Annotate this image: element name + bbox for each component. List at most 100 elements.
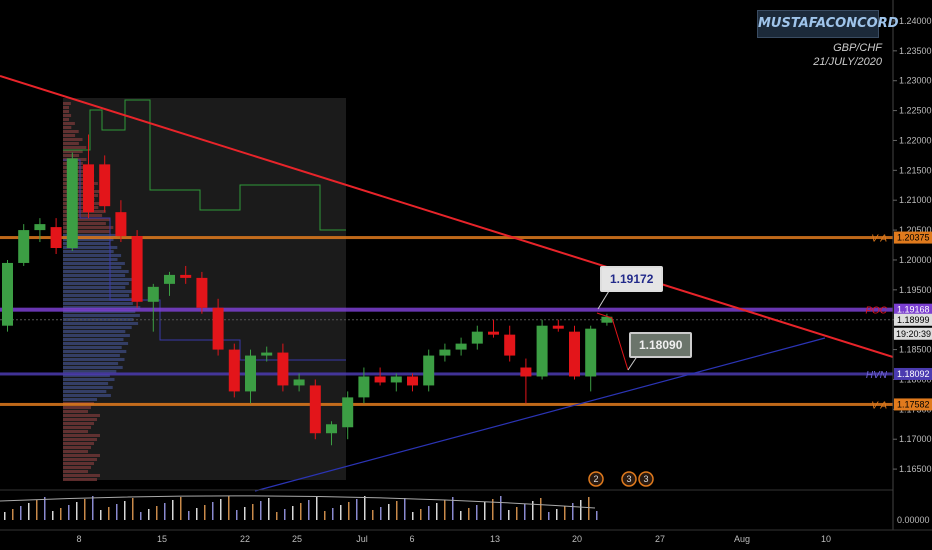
profile-bar bbox=[63, 138, 83, 141]
profile-bar bbox=[63, 102, 71, 105]
volume-bar bbox=[228, 496, 230, 520]
profile-bar bbox=[63, 294, 130, 297]
profile-bar bbox=[63, 326, 132, 329]
volume-bar bbox=[44, 497, 46, 520]
volume-bar bbox=[164, 503, 166, 520]
x-tick-label: Jul bbox=[356, 534, 368, 544]
profile-bar bbox=[63, 362, 119, 365]
volume-bar bbox=[460, 511, 462, 520]
candle-body bbox=[34, 224, 46, 231]
profile-bar bbox=[63, 258, 118, 261]
volume-bar bbox=[556, 509, 558, 520]
volume-bar bbox=[140, 512, 142, 520]
x-tick-label: 22 bbox=[240, 534, 250, 544]
poc-line bbox=[0, 307, 893, 312]
profile-bar bbox=[63, 262, 125, 265]
volume-bar bbox=[156, 506, 158, 520]
volume-bar bbox=[116, 504, 118, 520]
candle-body bbox=[374, 376, 386, 383]
profile-bar bbox=[63, 322, 139, 325]
candle-body bbox=[50, 227, 62, 249]
volume-bar bbox=[580, 500, 582, 520]
candle-body bbox=[358, 376, 370, 398]
volume-bar bbox=[340, 505, 342, 520]
volume-bar bbox=[52, 511, 54, 520]
profile-bar bbox=[63, 254, 122, 257]
candle-body bbox=[293, 379, 305, 386]
profile-bar bbox=[63, 454, 100, 457]
profile-bar bbox=[63, 434, 100, 437]
price-chart[interactable]: 2 3 3 1.24000 1.23500 1.23000 1.22500 1.22000 1.… bbox=[0, 0, 932, 550]
y-tick-label: 1.17000 bbox=[899, 434, 932, 444]
volume-bar bbox=[420, 509, 422, 520]
profile-bar bbox=[63, 474, 100, 477]
profile-bar bbox=[63, 378, 115, 381]
profile-bar bbox=[63, 282, 129, 285]
volume-bar bbox=[28, 503, 30, 520]
candle-body bbox=[342, 397, 354, 428]
profile-bar bbox=[63, 122, 75, 125]
callout-lower: 1.18090 bbox=[629, 332, 693, 358]
event-marker-label: 3 bbox=[626, 474, 631, 484]
y-tick-label: 1.22000 bbox=[899, 135, 932, 145]
profile-bar bbox=[63, 418, 97, 421]
profile-bar bbox=[63, 146, 87, 149]
profile-bar bbox=[63, 142, 79, 145]
volume-bar bbox=[276, 512, 278, 520]
candle-body bbox=[520, 367, 532, 377]
profile-bar bbox=[63, 406, 91, 409]
brand-watermark: MUSTAFACONCORD bbox=[757, 10, 899, 38]
candle-body bbox=[326, 424, 337, 434]
profile-bar bbox=[63, 274, 126, 277]
y-tick-label: 1.24000 bbox=[899, 16, 932, 26]
event-marker-label: 2 bbox=[593, 474, 598, 484]
x-tick-label: 27 bbox=[655, 534, 665, 544]
volume-bar bbox=[284, 509, 286, 520]
volume-ma-line bbox=[0, 495, 596, 509]
volume-bar bbox=[476, 505, 478, 520]
volume-bar bbox=[60, 508, 62, 520]
volume-bar bbox=[76, 502, 78, 520]
candle-body bbox=[212, 307, 224, 350]
volume-bar bbox=[196, 508, 198, 520]
volume-bar bbox=[324, 511, 326, 520]
volume-bar bbox=[444, 500, 446, 520]
x-tick-label: 6 bbox=[409, 534, 414, 544]
profile-bar bbox=[63, 338, 124, 341]
volume-bars bbox=[4, 496, 598, 520]
profile-bar bbox=[63, 270, 129, 273]
profile-bar bbox=[63, 358, 125, 361]
volume-bar bbox=[252, 504, 254, 520]
volume-bar bbox=[148, 509, 150, 520]
profile-bar bbox=[63, 278, 133, 281]
candle-body bbox=[2, 262, 13, 326]
poc-label: POC bbox=[865, 306, 887, 317]
volume-bar bbox=[524, 504, 526, 520]
profile-bar bbox=[63, 330, 126, 333]
profile-bar bbox=[63, 466, 91, 469]
candle-body bbox=[277, 352, 289, 386]
x-tick-label: 10 bbox=[821, 534, 831, 544]
hvn-tag: 1.18092 bbox=[897, 369, 930, 379]
pair-label: GBP/CHF bbox=[833, 42, 882, 54]
candle-body bbox=[66, 158, 78, 249]
candle-body bbox=[83, 164, 94, 213]
profile-bar bbox=[63, 398, 97, 401]
profile-bar bbox=[63, 130, 79, 133]
profile-bar bbox=[63, 470, 88, 473]
volume-axis-label: 0.00000 bbox=[897, 515, 930, 525]
volume-bar bbox=[508, 510, 510, 520]
candle-body bbox=[18, 230, 30, 263]
x-tick-label: 20 bbox=[572, 534, 582, 544]
candle-body bbox=[423, 355, 435, 386]
volume-bar bbox=[428, 506, 430, 520]
profile-bar bbox=[63, 118, 69, 121]
candle-body bbox=[261, 352, 273, 356]
volume-bar bbox=[364, 496, 366, 520]
profile-bar bbox=[63, 126, 72, 129]
volume-bar bbox=[372, 510, 374, 520]
profile-bar bbox=[63, 462, 94, 465]
profile-bar bbox=[63, 134, 76, 137]
profile-bar bbox=[63, 442, 94, 445]
candle-body bbox=[488, 331, 499, 335]
